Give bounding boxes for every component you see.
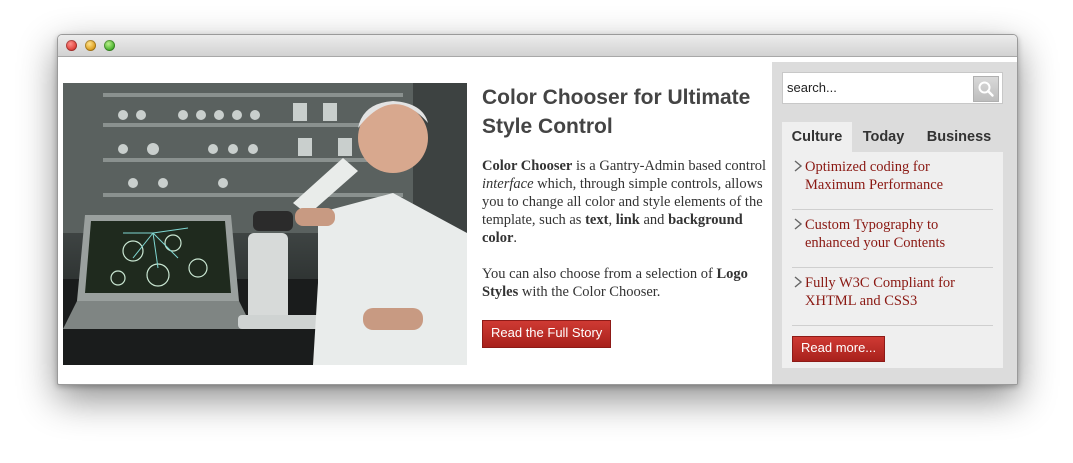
text-run: You can also choose from a selection of: [482, 266, 717, 282]
text-bold: link: [615, 212, 640, 228]
search-button[interactable]: [973, 76, 999, 102]
text-bold: Color Chooser: [482, 158, 573, 174]
article-paragraph-2: You can also choose from a selection of …: [482, 265, 772, 301]
tab-today[interactable]: Today: [852, 122, 915, 152]
article-paragraph-1: Color Chooser is a Gantry-Admin based co…: [482, 157, 772, 247]
feature-image: [63, 83, 467, 365]
scientist-microscope-photo-icon: [63, 83, 467, 365]
news-link[interactable]: Optimized coding for Maximum Performance: [805, 158, 993, 194]
text-bold: text: [585, 212, 609, 228]
search-box: [782, 72, 1003, 104]
sidebar: Culture Today Business Optimized coding …: [772, 62, 1017, 384]
list-item: Optimized coding for Maximum Performance: [792, 152, 993, 210]
zoom-window-button[interactable]: [104, 40, 115, 51]
text-run: .: [513, 230, 518, 246]
app-window: Color Chooser for Ultimate Style Control…: [57, 34, 1018, 385]
search-input[interactable]: [783, 73, 971, 101]
chevron-right-icon: [794, 160, 803, 172]
tab-bar: Culture Today Business: [782, 122, 1003, 152]
read-more-button[interactable]: Read more...: [792, 336, 886, 362]
tab-panel: Optimized coding for Maximum Performance…: [782, 152, 1003, 368]
chevron-right-icon: [794, 276, 803, 288]
text-run: and: [639, 212, 669, 228]
news-link[interactable]: Custom Typography to enhanced your Conte…: [805, 216, 993, 252]
tab-business[interactable]: Business: [915, 122, 1003, 152]
chevron-right-icon: [794, 218, 803, 230]
title-bar: [58, 35, 1017, 57]
minimize-window-button[interactable]: [85, 40, 96, 51]
text-italic: interface: [482, 176, 534, 192]
list-item: Fully W3C Compliant for XHTML and CSS3: [792, 268, 993, 326]
read-full-story-button[interactable]: Read the Full Story: [482, 320, 612, 348]
search-icon: [978, 81, 994, 97]
list-item: Custom Typography to enhanced your Conte…: [792, 210, 993, 268]
close-window-button[interactable]: [66, 40, 77, 51]
tab-culture[interactable]: Culture: [782, 122, 852, 152]
text-run: with the Color Chooser.: [518, 284, 661, 300]
news-link[interactable]: Fully W3C Compliant for XHTML and CSS3: [805, 274, 993, 310]
article-headline: Color Chooser for Ultimate Style Control: [482, 86, 751, 138]
text-run: is a Gantry-Admin based control: [572, 158, 767, 174]
feature-article: Color Chooser for Ultimate Style Control…: [482, 83, 772, 348]
text-run: ,: [608, 212, 616, 228]
